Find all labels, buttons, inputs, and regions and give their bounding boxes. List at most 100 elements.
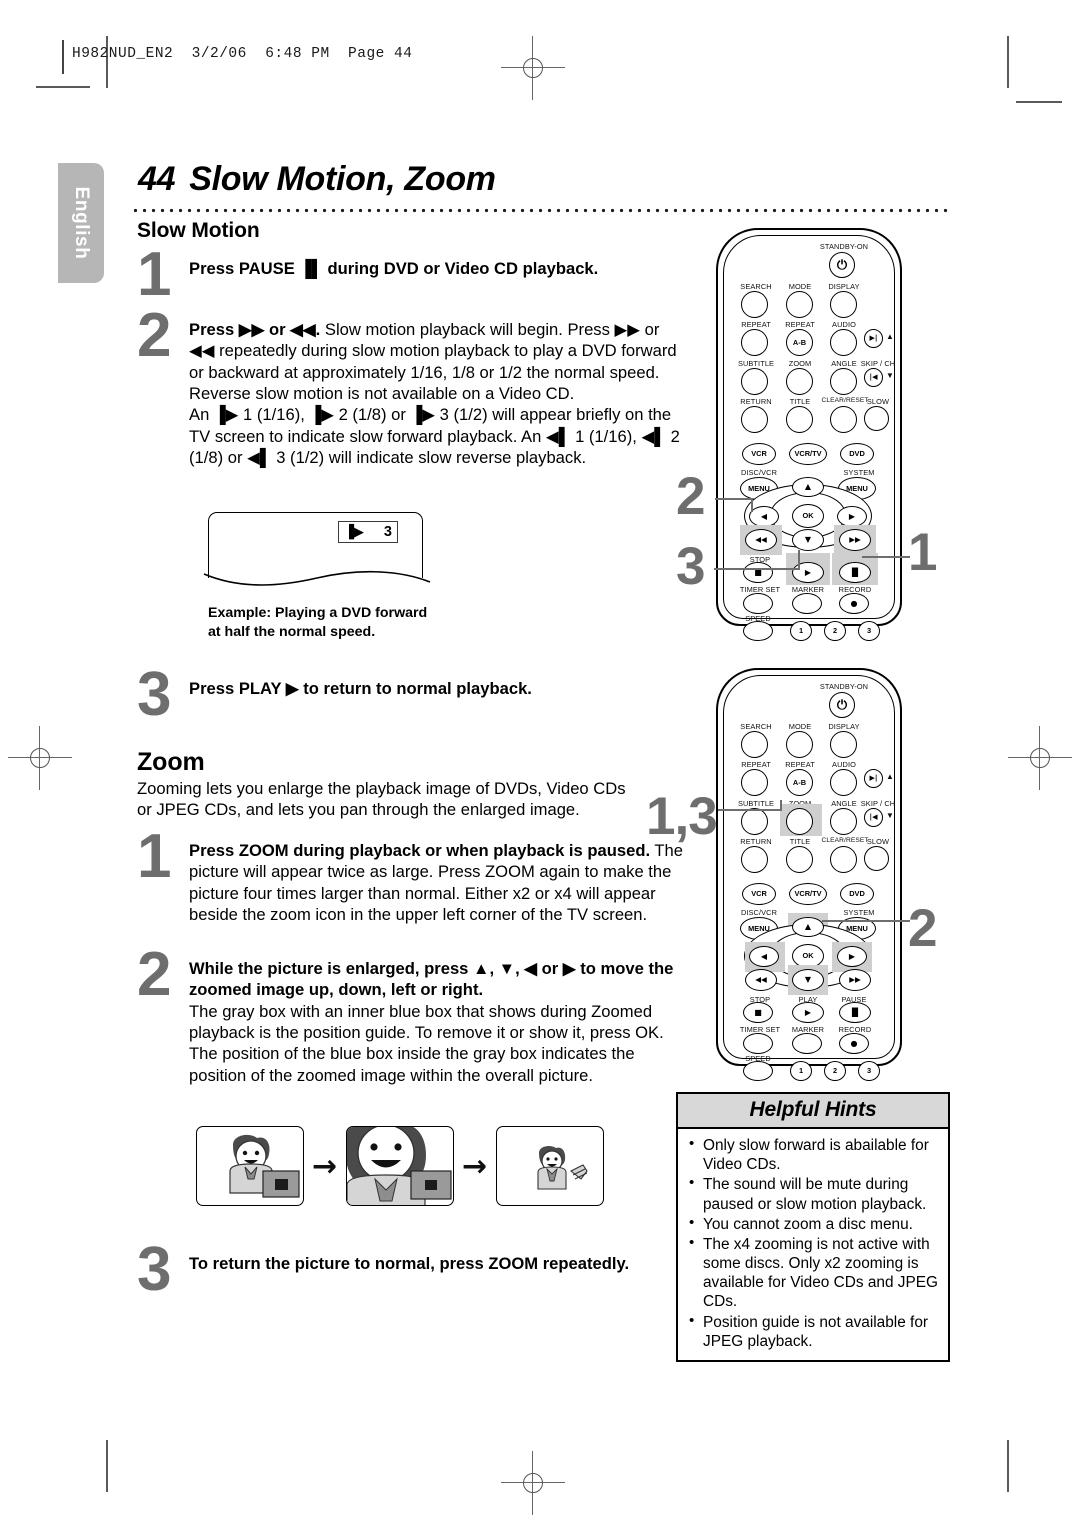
- step-number: 3: [137, 1235, 172, 1304]
- ab-label: A-B: [792, 337, 807, 347]
- vcr-button: VCR: [742, 443, 776, 465]
- slug-line: H982NUD_EN2 3/2/06 6:48 PM Page 44: [72, 46, 413, 62]
- skip-forward-icon: ▶|: [869, 334, 878, 342]
- step-text-secondary: An ▐▶ 1 (1/16), ▐▶ 2 (1/8) or ▐▶ 3 (1/2)…: [189, 405, 680, 467]
- crop-mark-top-left-h: [36, 86, 90, 88]
- nav-right-button[interactable]: ▶: [837, 946, 867, 967]
- number-label: 3: [866, 1066, 872, 1076]
- page-number: 44: [138, 160, 176, 198]
- display-label: DISPLAY: [828, 282, 860, 291]
- audio-label: AUDIO: [832, 320, 856, 329]
- slug-rule: [62, 40, 64, 74]
- zoom-intro-paragraph: Zooming lets you enlarge the playback im…: [137, 779, 626, 820]
- rewind-button[interactable]: ◀◀: [745, 529, 777, 551]
- tv-example-figure: ▐▶ 3: [203, 512, 431, 590]
- page-title-text: Slow Motion, Zoom: [189, 160, 496, 198]
- pause-icon: ▐▌: [848, 567, 862, 577]
- registration-mark-bottom: [501, 1451, 565, 1515]
- repeat-button: [741, 329, 768, 356]
- crop-mark-top-right-v: [1007, 36, 1009, 88]
- mode-label: MODE: [788, 282, 812, 291]
- nav-left-icon: ◀: [760, 951, 768, 961]
- callout-lead-2-v: [751, 498, 754, 512]
- stop-button: ■: [743, 1002, 773, 1023]
- nav-up-button[interactable]: ▲: [792, 917, 824, 937]
- return-label: RETURN: [740, 837, 772, 846]
- nav-left-button[interactable]: ◀: [749, 946, 779, 967]
- repeat-ab-button: A-B: [786, 329, 813, 356]
- step-number: 3: [137, 660, 172, 729]
- registration-mark-right: [1008, 726, 1072, 790]
- record-icon: ●: [850, 598, 858, 608]
- step-text: Press PLAY ▶ to return to normal playbac…: [189, 679, 532, 698]
- nav-left-button: ◀: [749, 506, 779, 527]
- dvd-label: DVD: [849, 889, 865, 899]
- return-button: [741, 846, 768, 873]
- power-icon: ⏻: [836, 697, 848, 713]
- number-3-button: 3: [858, 621, 880, 641]
- list-item: Position guide is not available for JPEG…: [686, 1312, 939, 1351]
- pause-button[interactable]: ▐▌: [839, 562, 871, 583]
- fastforward-icon: ▶▶: [849, 975, 861, 985]
- list-item: The x4 zooming is not active with some d…: [686, 1234, 939, 1312]
- disc-vcr-menu-label: DISC/VCR: [740, 468, 778, 477]
- angle-button: [830, 368, 857, 395]
- rewind-icon: ◀◀: [755, 975, 767, 985]
- figure-caption: Example: Playing a DVD forward at half t…: [208, 604, 488, 641]
- ok-label: OK: [802, 511, 814, 521]
- nav-up-icon: ▲: [804, 922, 812, 931]
- crop-mark-bottom-right-v: [1007, 1440, 1009, 1492]
- search-button: [741, 291, 768, 318]
- slow-label: SLOW: [866, 837, 890, 846]
- channel-up-caret: ▲: [885, 332, 895, 341]
- record-icon: ●: [850, 1038, 858, 1048]
- callout-remote2-1-3: 1,3: [646, 787, 718, 846]
- slow-label: SLOW: [866, 397, 890, 406]
- number-label: 2: [832, 626, 838, 636]
- disc-vcr-menu-label: DISC/VCR: [740, 908, 778, 917]
- nav-left-icon: ◀: [760, 511, 768, 521]
- repeat-ab-label: REPEAT: [785, 760, 815, 769]
- rewind-icon: ◀◀: [755, 535, 767, 545]
- step-number: 1: [137, 240, 172, 309]
- repeat-ab-button: A-B: [786, 769, 813, 796]
- number-2-button: 2: [824, 621, 846, 641]
- fastforward-icon: ▶▶: [849, 535, 861, 545]
- display-label: DISPLAY: [828, 722, 860, 731]
- step-number: 2: [137, 301, 172, 370]
- play-button: ▶: [792, 1002, 824, 1023]
- subtitle-label: SUBTITLE: [737, 799, 775, 808]
- slow-button: [864, 846, 889, 871]
- pause-icon: ▐▌: [848, 1007, 862, 1017]
- play-button[interactable]: ▶: [792, 562, 824, 583]
- nav-down-button[interactable]: ▼: [792, 969, 824, 991]
- zoom-button[interactable]: [786, 808, 813, 835]
- step-text-bold: While the picture is enlarged, press ▲, …: [189, 959, 674, 1000]
- system-menu-label: SYSTEM: [843, 468, 875, 477]
- zoom-button: [786, 368, 813, 395]
- step-text-bold: Press ZOOM during playback or when playb…: [189, 841, 651, 860]
- audio-button: [830, 769, 857, 796]
- nav-up-icon: ▲: [804, 482, 812, 491]
- skip-reverse-icon: |◀: [869, 813, 878, 821]
- nav-right-icon: ▶: [848, 511, 856, 521]
- fastforward-button[interactable]: ▶▶: [839, 529, 871, 551]
- vcr-label: VCR: [751, 449, 767, 459]
- number-1-button: 1: [790, 1061, 812, 1081]
- step-number: 2: [137, 940, 172, 1009]
- nav-down-icon: ▼: [804, 975, 812, 984]
- callout-remote1-2: 2: [676, 467, 706, 526]
- stop-icon: ■: [754, 1007, 762, 1017]
- skip-reverse-icon: |◀: [869, 373, 878, 381]
- marker-button: [792, 593, 822, 614]
- tv-screen-wave: [203, 570, 431, 586]
- speed-button: [743, 1061, 773, 1081]
- nav-up-button: ▲: [792, 477, 824, 497]
- repeat-ab-label: REPEAT: [785, 320, 815, 329]
- mode-label: MODE: [788, 722, 812, 731]
- callout-lead-3-v: [798, 550, 801, 570]
- number-label: 3: [866, 626, 872, 636]
- vcr-tv-label: VCR/TV: [794, 889, 822, 899]
- skip-ch-label: SKIP / CH: [860, 359, 896, 368]
- pause-button: ▐▌: [839, 1002, 871, 1023]
